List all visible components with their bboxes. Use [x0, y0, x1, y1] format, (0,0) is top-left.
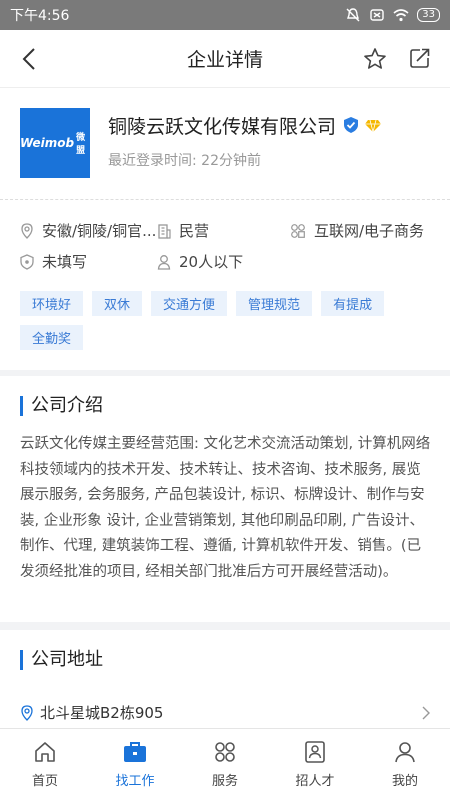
star-icon: [364, 48, 386, 69]
tab-jobs-label: 找工作: [115, 774, 155, 789]
share-icon: [410, 48, 430, 68]
tag-item: 环境好: [20, 291, 84, 316]
size-text: 20人以下: [179, 253, 244, 271]
intro-title: 公司介绍: [20, 396, 103, 416]
tag-item: 管理规范: [236, 291, 313, 316]
mute-icon: [346, 8, 360, 22]
wifi-icon: [393, 9, 409, 22]
battery-icon: 33: [417, 8, 440, 22]
status-time: 下午4:56: [10, 8, 70, 24]
tab-jobs[interactable]: 找工作: [90, 729, 180, 800]
briefcase-icon: [124, 742, 146, 762]
intro-section: 公司介绍 云跃文化传媒主要经营范围: 文化艺术交流活动策划, 计算机网络科技领域…: [0, 376, 450, 622]
tab-recruit-label: 招人才: [295, 774, 335, 789]
logo-sub: 微盟: [76, 133, 86, 156]
nav-bar: 企业详情: [0, 30, 450, 88]
status-bar: 下午4:56 33: [0, 0, 450, 30]
chevron-left-icon: [22, 48, 35, 70]
company-logo: Weimob 微盟: [20, 108, 90, 178]
company-info: 安徽/铜陵/铜官... 民营 互联网/电子商务 未填写 20人以下 环境好 双休…: [0, 200, 450, 370]
badges: [342, 116, 382, 134]
info-financing: 未填写: [20, 251, 87, 272]
favorite-button[interactable]: [362, 46, 388, 72]
sim-icon: [370, 9, 384, 21]
resume-icon: [305, 741, 325, 763]
industry-text: 互联网/电子商务: [314, 222, 425, 240]
company-card: Weimob 微盟 铜陵云跃文化传媒有限公司 最近登录时间: 22分钟前: [0, 88, 450, 200]
share-button[interactable]: [408, 46, 434, 72]
user-icon: [395, 742, 415, 763]
location-text: 安徽/铜陵/铜官...: [42, 222, 157, 240]
shield-icon: [20, 253, 34, 270]
tab-mine-label: 我的: [391, 774, 418, 789]
vip-diamond-icon: [365, 119, 381, 133]
address-title: 公司地址: [20, 650, 103, 670]
financing-text: 未填写: [42, 253, 88, 271]
tab-services[interactable]: 服务: [180, 729, 270, 800]
company-name: 铜陵云跃文化传媒有限公司: [108, 116, 337, 138]
address-text: 北斗星城B2栋905: [40, 704, 164, 722]
location-pin-icon: [21, 704, 33, 721]
tab-services-label: 服务: [211, 774, 238, 789]
tab-recruit[interactable]: 招人才: [270, 729, 360, 800]
services-icon: [215, 742, 235, 762]
status-icons: 33: [345, 7, 440, 23]
home-icon: [35, 742, 55, 762]
last-login-time: 最近登录时间: 22分钟前: [108, 153, 261, 169]
benefit-tags: 环境好 双休 交通方便 管理规范 有提成 全勤奖: [20, 291, 430, 350]
verified-icon: [344, 117, 358, 133]
info-size: 20人以下: [157, 251, 243, 272]
tab-home[interactable]: 首页: [0, 729, 90, 800]
tab-home-label: 首页: [31, 774, 58, 789]
person-icon: [157, 254, 171, 270]
address-row[interactable]: 北斗星城B2栋905: [20, 702, 430, 723]
info-industry: 互联网/电子商务: [290, 220, 424, 241]
back-button[interactable]: [14, 44, 44, 74]
bottom-tab-bar: 首页 找工作 服务 招人才 我的: [0, 728, 450, 800]
info-location: 安徽/铜陵/铜官...: [20, 220, 156, 241]
tag-item: 交通方便: [151, 291, 228, 316]
logo-text: Weimob: [20, 136, 75, 150]
intro-text: 云跃文化传媒主要经营范围: 文化艺术交流活动策划, 计算机网络科技领域内的技术开…: [20, 436, 431, 580]
chevron-right-icon: [422, 706, 430, 719]
tag-item: 双休: [92, 291, 143, 316]
address-section: 公司地址 北斗星城B2栋905: [0, 630, 450, 728]
tag-item: 有提成: [321, 291, 385, 316]
page-title: 企业详情: [186, 49, 263, 71]
industry-grid-icon: [291, 223, 305, 238]
info-ownership: 民营: [157, 220, 209, 241]
tab-mine[interactable]: 我的: [360, 729, 450, 800]
tag-item: 全勤奖: [20, 325, 84, 350]
location-pin-icon: [21, 222, 33, 239]
building-icon: [158, 223, 171, 239]
ownership-text: 民营: [179, 222, 210, 240]
